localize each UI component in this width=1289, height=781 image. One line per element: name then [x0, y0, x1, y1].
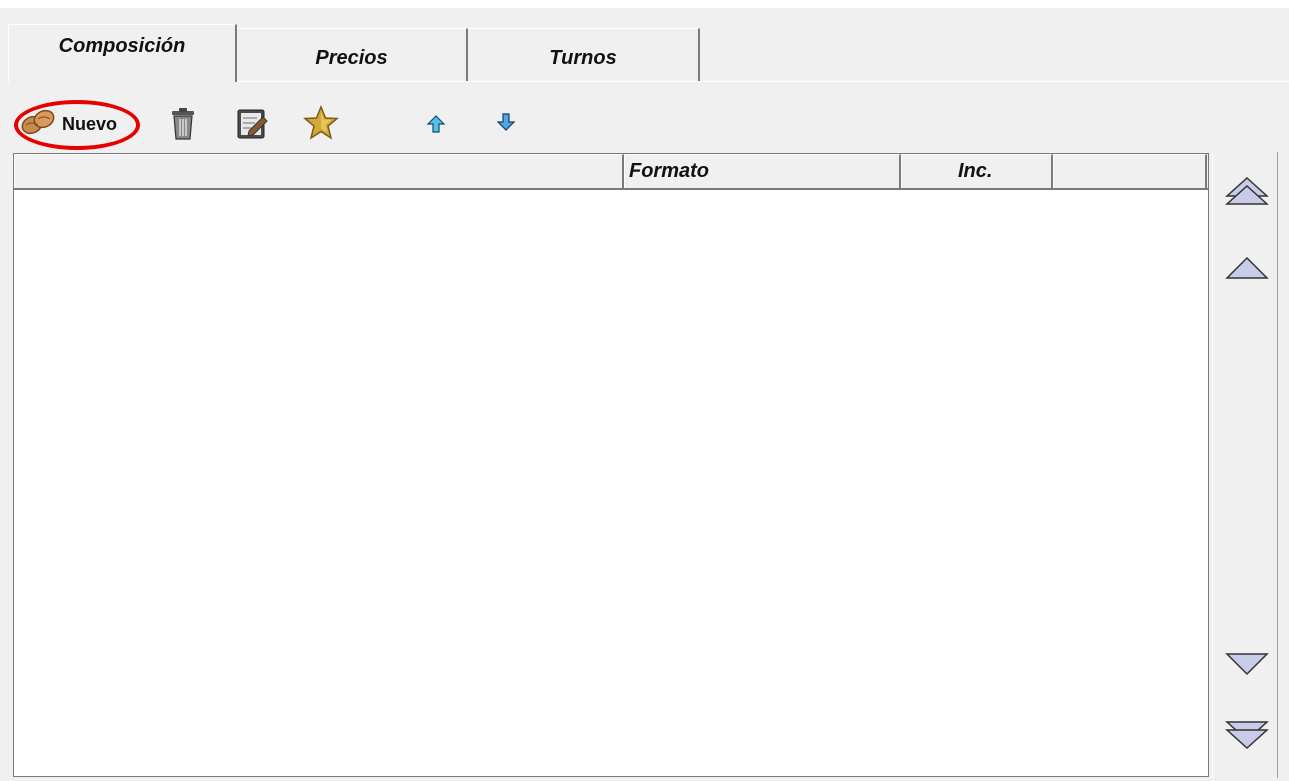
arrow-down-icon	[496, 112, 516, 136]
grid-body[interactable]	[14, 190, 1208, 776]
scroll-up-button[interactable]	[1223, 244, 1271, 292]
scroll-bottom-button[interactable]	[1223, 710, 1271, 758]
top-strip	[0, 0, 1289, 8]
favorite-button[interactable]	[302, 104, 340, 146]
edit-button[interactable]	[234, 108, 270, 144]
move-up-button[interactable]	[426, 114, 446, 138]
delete-button[interactable]	[168, 107, 198, 146]
new-button-label: Nuevo	[62, 113, 118, 134]
grid-header: Formato Inc.	[14, 154, 1208, 190]
tab-bar: Composición Precios Turnos	[0, 8, 1289, 82]
toolbar: Nuevo	[0, 98, 1289, 154]
tab-composicion[interactable]: Composición	[8, 24, 237, 82]
scroll-down-icon	[1223, 640, 1271, 693]
composition-grid: Formato Inc.	[13, 153, 1209, 777]
star-icon	[303, 104, 339, 146]
row-scroller	[1212, 152, 1278, 778]
edit-document-icon	[235, 107, 269, 146]
move-down-button[interactable]	[496, 112, 516, 136]
scroll-bottom-icon	[1223, 710, 1271, 763]
tab-precios[interactable]: Precios	[237, 28, 468, 81]
peanut-icon	[20, 107, 56, 142]
scroll-up-icon	[1223, 244, 1271, 297]
scroll-down-button[interactable]	[1223, 640, 1271, 688]
tab-baseline	[236, 81, 1289, 82]
tab-turnos[interactable]: Turnos	[468, 28, 700, 81]
column-header-name[interactable]	[14, 154, 624, 188]
new-button[interactable]: Nuevo	[16, 104, 121, 144]
column-header-inc[interactable]: Inc.	[901, 154, 1053, 188]
arrow-up-icon	[426, 114, 446, 138]
column-header-formato[interactable]: Formato	[624, 154, 901, 188]
trash-icon	[170, 107, 196, 146]
column-header-extra[interactable]	[1053, 154, 1207, 188]
scroll-top-button[interactable]	[1223, 168, 1271, 216]
scroll-top-icon	[1223, 168, 1271, 221]
